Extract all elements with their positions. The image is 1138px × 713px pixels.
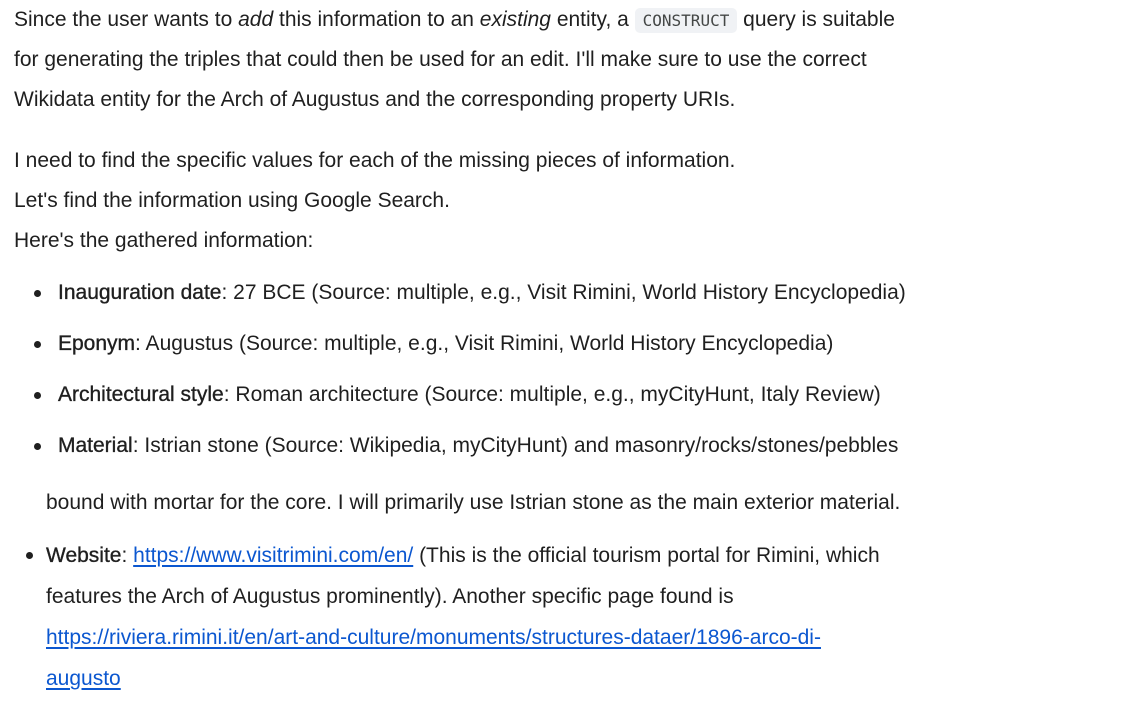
emphasis-existing: existing <box>479 8 551 31</box>
emphasis-add: add <box>238 8 274 31</box>
material-continuation: bound with mortar for the core. I will p… <box>46 491 901 514</box>
website-line-3: https://riviera.rimini.it/en/art-and-cul… <box>46 617 1046 658</box>
fact-text: : Roman architecture (Source: multiple, … <box>223 383 881 406</box>
fact-text: : Augustus (Source: multiple, e.g., Visi… <box>135 332 834 355</box>
bullet-icon <box>34 392 41 399</box>
bullet-icon <box>26 552 33 559</box>
fact-term: Architectural style <box>58 383 224 406</box>
facts-list: Inauguration date: 27 BCE (Source: multi… <box>14 273 1124 477</box>
fact-text: : 27 BCE (Source: multiple, e.g., Visit … <box>221 281 906 304</box>
visitrimini-link[interactable]: https://www.visitrimini.com/en/ <box>133 544 413 567</box>
search-line-2: Let's find the information using Google … <box>14 189 450 212</box>
bullet-icon <box>34 341 41 348</box>
fact-term: Material <box>58 434 133 457</box>
website-line-1: Website: https://www.visitrimini.com/en/… <box>46 544 880 567</box>
fact-term: Eponym <box>58 332 136 355</box>
fact-term: Inauguration date <box>58 281 222 304</box>
intro-paragraph: Since the user wants to add this informa… <box>14 0 1124 120</box>
inline-code-construct: CONSTRUCT <box>634 8 738 33</box>
fact-term: Website <box>46 544 122 567</box>
website-item: Website: https://www.visitrimini.com/en/… <box>26 535 1046 699</box>
intro-line-3: Wikidata entity for the Arch of Augustus… <box>14 88 736 111</box>
intro-line-1: Since the user wants to add this informa… <box>14 8 895 33</box>
chat-response: Since the user wants to add this informa… <box>14 0 1124 690</box>
intro-line-2: for generating the triples that could th… <box>14 48 867 71</box>
fact-text: : Istrian stone (Source: Wikipedia, myCi… <box>132 434 899 457</box>
search-line-3: Here's the gathered information: <box>14 229 314 252</box>
bullet-icon <box>34 290 41 297</box>
list-item: Inauguration date: 27 BCE (Source: multi… <box>34 273 1124 324</box>
website-line-2: features the Arch of Augustus prominentl… <box>46 585 734 608</box>
website-line-4: augusto <box>46 658 1046 699</box>
list-item: Material: Istrian stone (Source: Wikiped… <box>34 426 1124 477</box>
list-item: Eponym: Augustus (Source: multiple, e.g.… <box>34 324 1124 375</box>
search-line-1: I need to find the specific values for e… <box>14 149 736 172</box>
list-item: Architectural style: Roman architecture … <box>34 375 1124 426</box>
search-paragraph: I need to find the specific values for e… <box>14 141 1124 261</box>
bullet-icon <box>34 443 41 450</box>
riviera-rimini-link[interactable]: https://riviera.rimini.it/en/art-and-cul… <box>46 626 821 649</box>
riviera-rimini-link-continued[interactable]: augusto <box>46 667 121 690</box>
